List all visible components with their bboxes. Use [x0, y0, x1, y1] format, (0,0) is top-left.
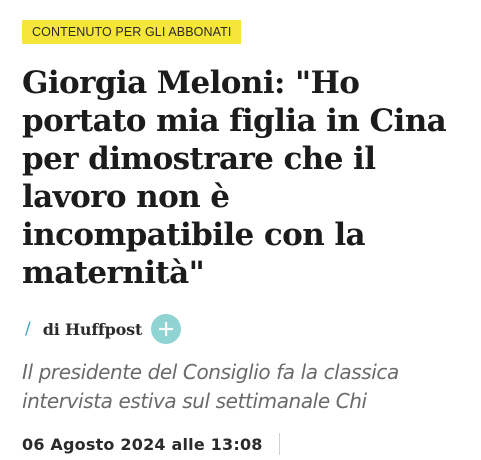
- article-headline: Giorgia Meloni: "Ho portato mia figlia i…: [22, 65, 447, 291]
- byline: / di Huffpost: [22, 314, 472, 344]
- divider: [278, 433, 280, 455]
- author-link[interactable]: di Huffpost: [43, 320, 143, 339]
- article-subtitle: Il presidente del Consiglio fa la classi…: [22, 360, 399, 413]
- follow-author-button[interactable]: [151, 314, 182, 344]
- byline-separator: /: [25, 319, 31, 339]
- plus-icon: [159, 322, 174, 336]
- publish-date: 06 Agosto 2024 alle 13:08: [22, 434, 263, 454]
- dateline: 06 Agosto 2024 alle 13:08: [22, 433, 472, 455]
- article-header: CONTENUTO PER GLI ABBONATI Giorgia Melon…: [22, 20, 472, 455]
- subscribers-badge: CONTENUTO PER GLI ABBONATI: [22, 20, 242, 44]
